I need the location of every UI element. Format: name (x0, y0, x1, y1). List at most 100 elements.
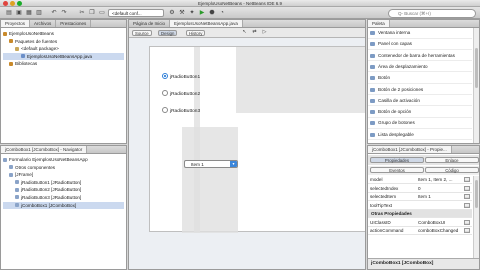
radio-button-3[interactable]: jRadioButton3 (162, 107, 200, 115)
navigator-item[interactable]: jRadioButton3 [JRadioButton] (3, 194, 124, 202)
combo-box[interactable]: Item 1 ▾ (184, 160, 238, 168)
palette-item[interactable]: Botón de opción (368, 107, 472, 118)
cut-icon[interactable]: ✂ (78, 9, 86, 17)
palette-scrollbar[interactable] (473, 28, 479, 143)
navigator-item[interactable]: jRadioButton2 [JRadioButton] (3, 186, 124, 194)
selection-mode-icon[interactable]: ↖ (241, 29, 248, 36)
navigator-item-label: jRadioButton1 [JRadioButton] (21, 179, 82, 185)
radio-button-2[interactable]: jRadioButton2 (162, 90, 200, 98)
ellipsis-button[interactable]: … (464, 219, 470, 225)
navigator-item[interactable]: Formulario EjemplosUsoNetBeansApp (3, 156, 124, 164)
folder-icon (9, 61, 13, 66)
new-project-icon[interactable]: ▣ (15, 9, 23, 17)
project-tree-item[interactable]: Bibliotecas (3, 60, 124, 68)
property-name: actionCommand (370, 228, 404, 233)
palette-item[interactable]: Grupo de botones (368, 118, 472, 129)
clean-build-icon[interactable]: ✦ (188, 9, 196, 17)
property-row[interactable]: toolTipText… (368, 202, 472, 210)
navigator-item[interactable]: jComboBox1 [JComboBox] (3, 201, 124, 210)
component-icon (15, 203, 19, 208)
connection-mode-icon[interactable]: ⇄ (251, 29, 258, 36)
palette-item-label: Grupo de botones (378, 120, 415, 126)
property-row[interactable]: model Item 1, Item 2, ...… (368, 176, 472, 184)
navigator-item[interactable]: jRadioButton1 [JRadioButton] (3, 179, 124, 187)
ellipsis-button[interactable]: … (464, 194, 470, 199)
property-value[interactable]: Item 1, Item 2, ... (418, 176, 462, 184)
paste-icon[interactable]: ▭ (98, 9, 106, 17)
design-button[interactable]: Design (158, 30, 178, 36)
component-icon (370, 98, 375, 103)
project-tree-item[interactable]: Paquetes de fuentes (3, 38, 124, 46)
form-canvas[interactable]: jRadioButton1 jRadioButton2 jRadioButton… (149, 46, 365, 233)
preview-design-icon[interactable]: ▷ (261, 29, 268, 36)
projects-pane: Proyectos Archivos Prestaciones EjemploUso… (0, 19, 127, 144)
property-value[interactable]: Item 1 (418, 193, 462, 201)
debug-icon[interactable]: ⬣ (208, 9, 216, 17)
palette-item[interactable]: Botón de 2 posiciones (368, 85, 472, 95)
ellipsis-button[interactable]: … (464, 177, 470, 182)
palette-item[interactable]: Contenedor de barra de herramientas (368, 51, 472, 62)
tab-java-file[interactable]: EjemplosUsoNetBeansApp.java (170, 20, 243, 27)
property-row[interactable]: actionCommand comboBoxChanged… (368, 227, 472, 235)
ellipsis-button[interactable]: … (464, 202, 470, 208)
navigator-tree: Formulario EjemplosUsoNetBeansApp Otros c… (3, 156, 124, 210)
property-section-header[interactable]: Otras Propiedades (368, 210, 472, 218)
history-button[interactable]: History (186, 30, 206, 36)
tab-projects[interactable]: Proyectos (1, 20, 31, 27)
project-tree-item[interactable]: <default package> (3, 45, 124, 53)
component-icon (9, 165, 13, 170)
navigator-item[interactable]: [JFrame] (3, 171, 124, 179)
undo-icon[interactable]: ↶ (50, 9, 58, 17)
navigator-item[interactable]: Otros componentes (3, 164, 124, 172)
component-icon (370, 42, 375, 47)
component-icon (15, 180, 19, 185)
project-tree-item[interactable]: EjemplosUsoNetBeansApp.java (3, 52, 124, 61)
settings-icon[interactable]: ⚙ (168, 9, 176, 17)
new-file-icon[interactable]: ▤ (5, 9, 13, 17)
profile-icon[interactable]: ◔ (218, 9, 226, 17)
palette-item[interactable]: Casilla de activación (368, 96, 472, 107)
palette-item[interactable]: Panel con capas (368, 39, 472, 50)
property-value[interactable]: comboBoxChanged (418, 227, 462, 235)
tab-services[interactable]: Prestaciones (56, 20, 92, 27)
properties-scrollbar[interactable] (473, 176, 479, 258)
source-button[interactable]: Source (132, 30, 152, 36)
copy-icon[interactable]: ❐ (88, 9, 96, 17)
property-value[interactable]: ComboBoxUI (418, 219, 462, 227)
radio-button-1[interactable]: jRadioButton1 (162, 73, 200, 81)
save-all-icon[interactable]: ▥ (35, 9, 43, 17)
palette-item[interactable]: Área de desplazamiento (368, 62, 472, 73)
zoom-window-button[interactable] (17, 1, 22, 6)
tab-start-page[interactable]: Página de Inicio (129, 20, 171, 27)
tab-events[interactable]: Eventos (370, 167, 424, 173)
minimize-window-button[interactable] (10, 1, 15, 6)
radio-indicator (162, 107, 168, 113)
projects-tabs: Proyectos Archivos Prestaciones (1, 20, 126, 28)
tab-files[interactable]: Archivos (30, 20, 57, 27)
configuration-select[interactable]: <default conf... (108, 9, 164, 17)
property-row[interactable]: selectedIndex 0… (368, 185, 472, 193)
property-name: selectedItem (370, 194, 397, 199)
palette-item[interactable]: Ventana interna (368, 28, 472, 39)
project-tree-item[interactable]: EjemploUsoNetBeans (3, 30, 124, 38)
open-project-icon[interactable]: ▦ (25, 9, 33, 17)
window-title: EjemploUsoNetBeans - NetBeans IDE 6.9 (197, 1, 283, 6)
build-icon[interactable]: ⚒ (178, 9, 186, 17)
palette-item[interactable]: Lista desplegable (368, 130, 472, 141)
ellipsis-button[interactable]: … (464, 185, 470, 191)
tab-code[interactable]: Código (425, 167, 479, 173)
run-icon[interactable]: ▶ (198, 9, 206, 17)
close-window-button[interactable] (3, 1, 8, 6)
search-input[interactable]: Q- Buscar (⌘+I) (388, 9, 476, 18)
palette-item[interactable]: Botón (368, 73, 472, 84)
property-name: model (370, 177, 383, 182)
ellipsis-button[interactable]: … (464, 228, 470, 233)
chevron-down-icon[interactable]: ▾ (230, 161, 237, 167)
tab-properties[interactable]: Propiedades (370, 157, 424, 163)
redo-icon[interactable]: ↷ (60, 9, 68, 17)
property-row[interactable]: UIClassID ComboBoxUI… (368, 219, 472, 227)
tab-binding[interactable]: Enlace (425, 157, 479, 163)
property-row[interactable]: selectedItem Item 1… (368, 193, 472, 201)
component-icon (370, 132, 375, 137)
property-value[interactable]: 0 (418, 185, 462, 193)
